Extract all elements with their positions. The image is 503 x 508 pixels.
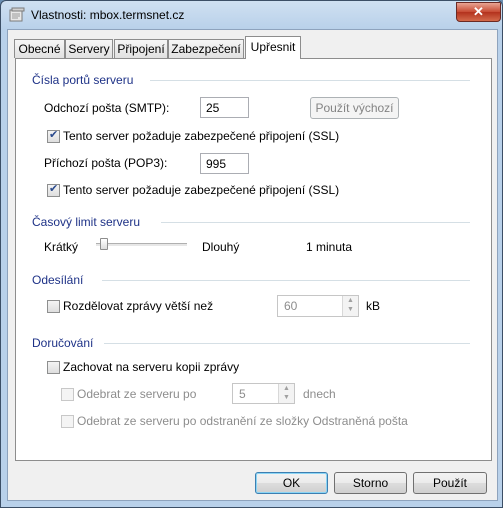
use-default-button[interactable]: Použít výchozí (310, 97, 399, 119)
remove-after-stepper[interactable]: 5 ▲ ▼ (232, 383, 295, 404)
spin-down-icon: ▼ (283, 394, 290, 401)
tab-connection[interactable]: Připojení (114, 39, 168, 58)
timeout-value-label: 1 minuta (306, 240, 353, 254)
close-icon: ✕ (473, 4, 484, 19)
split-size-unit: kB (366, 299, 381, 313)
delivery-group-divider (104, 343, 470, 344)
ok-button[interactable]: OK (255, 472, 328, 494)
ports-group-divider (150, 80, 470, 81)
split-size-stepper[interactable]: 60 ▲ ▼ (277, 295, 359, 317)
split-size-arrows[interactable]: ▲ ▼ (342, 296, 358, 316)
keep-copy-checkbox[interactable] (47, 361, 60, 374)
timeout-slider-thumb[interactable] (100, 238, 108, 250)
pop3-port-input[interactable]: 995 (200, 153, 249, 174)
delivery-group-label: Doručování (32, 336, 94, 350)
spin-down-icon: ▼ (347, 306, 354, 313)
split-size-value: 60 (284, 299, 298, 313)
cancel-button[interactable]: Storno (334, 472, 407, 494)
sending-group-label: Odesílání (32, 273, 84, 287)
pop3-ssl-checkbox[interactable] (47, 182, 60, 197)
properties-window: Vlastnosti: mbox.termsnet.cz ✕ Obecné Se… (0, 0, 503, 508)
dialog-client-area: Obecné Servery Připojení Zabezpečení Upř… (7, 29, 498, 501)
title-bar[interactable]: Vlastnosti: mbox.termsnet.cz ✕ (1, 1, 502, 29)
keep-copy-label: Zachovat na serveru kopii zprávy (63, 360, 240, 374)
remove-after-label: Odebrat ze serveru po (77, 387, 197, 401)
sending-group-divider (102, 280, 470, 281)
timeout-slider-track[interactable] (96, 243, 187, 247)
timeout-long-label: Dlouhý (202, 240, 240, 254)
tab-security[interactable]: Zabezpečení (168, 39, 244, 58)
tab-servers[interactable]: Servery (65, 39, 113, 58)
tab-advanced[interactable]: Upřesnit (245, 36, 301, 59)
pop3-port-label: Příchozí pošta (POP3): (44, 156, 168, 170)
smtp-ssl-checkbox[interactable] (47, 128, 60, 143)
apply-button[interactable]: Použít (413, 472, 487, 494)
mail-account-icon (9, 7, 25, 22)
smtp-ssl-label: Tento server požaduje zabezpečené připoj… (63, 129, 340, 143)
remove-after-value: 5 (239, 387, 246, 401)
split-messages-checkbox[interactable] (47, 300, 60, 313)
timeout-group-divider (161, 222, 470, 223)
remove-deleted-label: Odebrat ze serveru po odstranění ze slož… (77, 414, 408, 428)
remove-after-unit: dnech (303, 387, 336, 401)
split-messages-label: Rozdělovat zprávy větší než (63, 299, 214, 313)
advanced-panel: Čísla portů serveru Odchozí pošta (SMTP)… (15, 58, 492, 461)
remove-after-arrows[interactable]: ▲ ▼ (278, 384, 294, 403)
smtp-port-label: Odchozí pošta (SMTP): (44, 101, 170, 115)
pop3-ssl-label: Tento server požaduje zabezpečené připoj… (63, 183, 340, 197)
close-button[interactable]: ✕ (456, 2, 501, 22)
timeout-short-label: Krátký (44, 240, 79, 254)
smtp-port-input[interactable]: 25 (200, 97, 249, 118)
remove-after-checkbox[interactable] (61, 388, 74, 401)
remove-deleted-checkbox[interactable] (61, 415, 74, 428)
spin-up-icon: ▲ (347, 297, 354, 304)
timeout-group-label: Časový limit serveru (32, 215, 141, 229)
window-title: Vlastnosti: mbox.termsnet.cz (31, 8, 185, 22)
ports-group-label: Čísla portů serveru (32, 73, 134, 87)
spin-up-icon: ▲ (283, 385, 290, 392)
tab-general[interactable]: Obecné (14, 39, 65, 58)
